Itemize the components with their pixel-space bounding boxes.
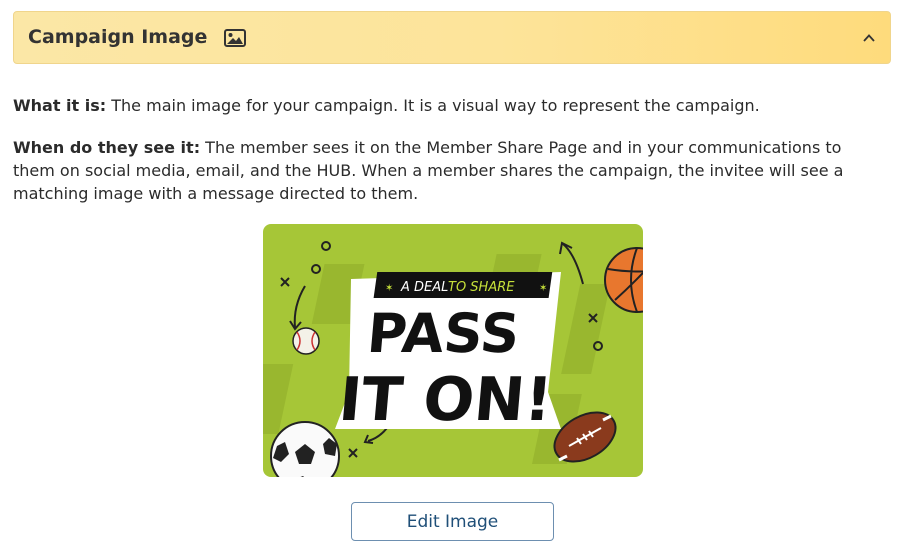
what-it-is-paragraph: What it is: The main image for your camp… — [13, 94, 883, 117]
campaign-image: ✶ ✶ A DEAL TO SHARE PASS IT ON! — [263, 224, 643, 477]
headline-line-1: PASS — [365, 302, 522, 365]
when-see-it-paragraph: When do they see it: The member sees it … — [13, 136, 883, 205]
section-title: Campaign Image — [28, 26, 208, 48]
chevron-up-icon[interactable] — [862, 30, 876, 49]
when-see-it-label: When do they see it: — [13, 138, 201, 157]
what-it-is-text: The main image for your campaign. It is … — [106, 96, 760, 115]
banner-highlight: TO SHARE — [448, 280, 515, 295]
svg-text:✶: ✶ — [539, 283, 547, 294]
banner-prefix: A DEAL — [400, 280, 448, 295]
headline-line-2: IT ON! — [336, 365, 555, 435]
baseball-icon — [292, 327, 320, 355]
what-it-is-label: What it is: — [13, 96, 107, 115]
svg-text:✶: ✶ — [385, 283, 393, 294]
campaign-image-section-header[interactable]: Campaign Image — [13, 11, 891, 64]
edit-image-button[interactable]: Edit Image — [351, 502, 554, 541]
image-icon — [224, 29, 246, 51]
